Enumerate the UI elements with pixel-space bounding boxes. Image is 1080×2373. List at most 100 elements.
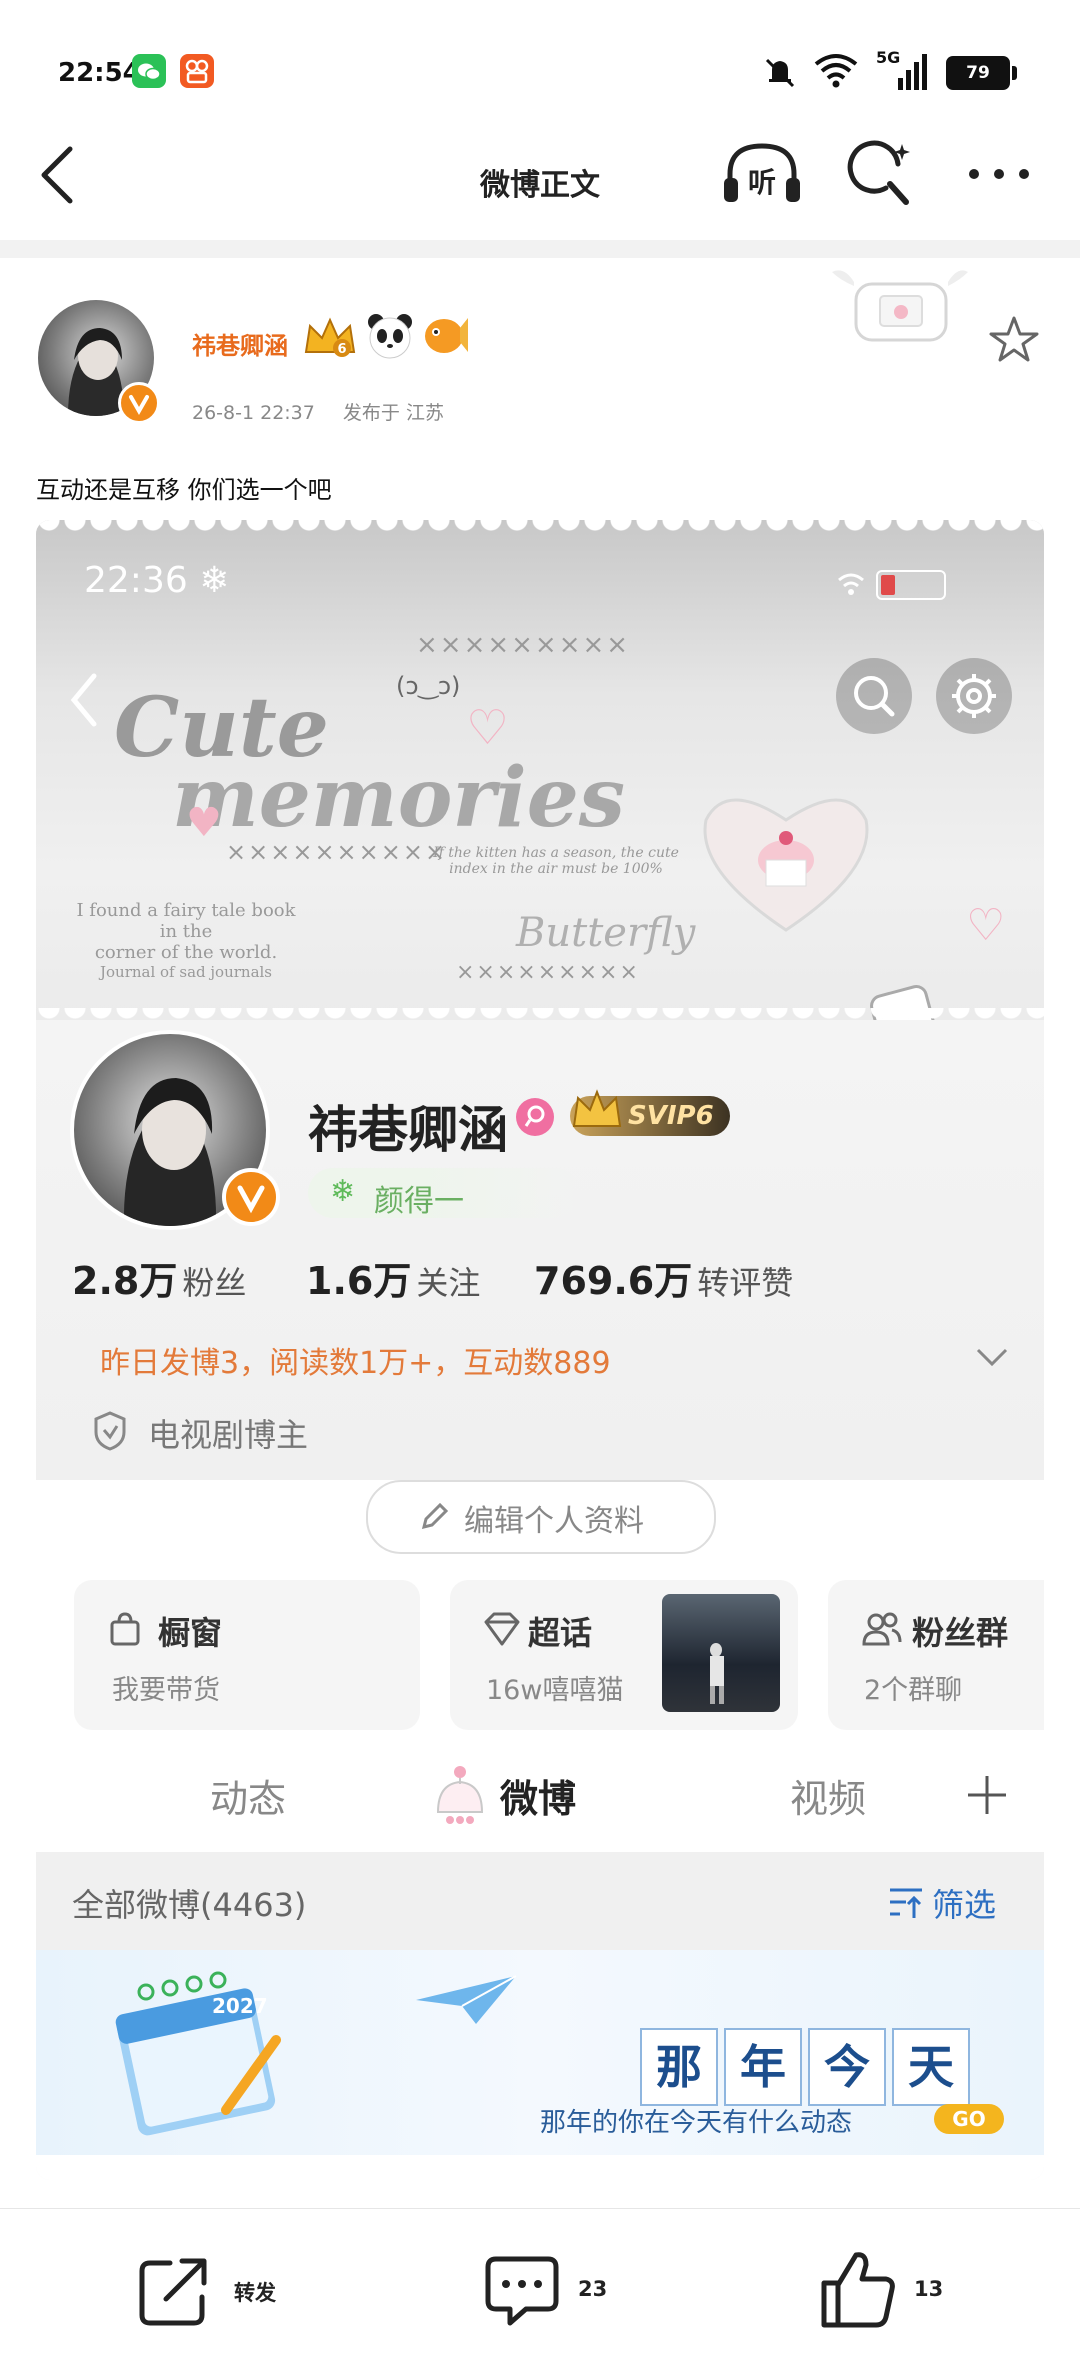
stat-interactions-label: 转评赞: [697, 1264, 794, 1302]
status-time: 22:54: [58, 58, 141, 88]
banner-quote-line-2: corner of the world.: [94, 942, 278, 963]
memory-char-3: 今: [808, 2028, 886, 2106]
cake-heart-decoration-icon: [703, 798, 869, 932]
svip-label: SVIP6: [628, 1101, 714, 1131]
tag-snowflake-icon: ❄: [330, 1174, 356, 1209]
edit-profile-label: 编辑个人资料: [464, 1504, 644, 1539]
like-button[interactable]: 13: [818, 2247, 978, 2335]
bag-icon: [110, 1612, 140, 1646]
shot-search-button: [836, 658, 912, 734]
memory-char-1: 那: [640, 2028, 718, 2106]
card-supertopic-sub: 16w嘻嘻猫: [486, 1675, 624, 1706]
shot-wifi-icon: [838, 573, 864, 595]
author-name[interactable]: 祎巷卿涵: [192, 326, 288, 361]
search-icon[interactable]: [846, 138, 916, 208]
banner-kitten-line-1: If the kitten has a season, the cute: [433, 845, 679, 861]
comment-icon: [485, 2256, 559, 2326]
stat-fans-label: 粉丝: [182, 1264, 247, 1302]
post-filter-row: 全部微博(4463) 筛选: [36, 1852, 1044, 1950]
post-image[interactable]: 22:36 ❄ ××××××××× (ɔ‿ɔ) Cute memories ××…: [36, 520, 1044, 2180]
heart-decoration-2: ♡: [466, 700, 510, 756]
repost-label: 转发: [234, 2281, 276, 2305]
mute-icon: [765, 58, 795, 88]
card-supertopic-title: 超话: [528, 1614, 593, 1652]
lace-top: [36, 520, 1044, 546]
memory-char-2: 年: [724, 2028, 802, 2106]
bottom-action-bar: 转发 23 13: [0, 2208, 1080, 2373]
shot-battery-icon: [876, 570, 946, 600]
heart-decoration: ♥: [186, 800, 222, 846]
banner-kitten-text: If the kitten has a season, the cute ind…: [416, 845, 696, 877]
diamond-icon: [484, 1612, 520, 1646]
memory-banner: 2027 那 年 今 天 那年的你在今天有什么动态 GO: [36, 1950, 1044, 2155]
page-title: 微博正文: [480, 168, 600, 203]
status-bar: 22:54 5G 79: [0, 0, 1080, 130]
thumbs-up-icon: [821, 2252, 895, 2328]
fish-icon: [425, 318, 468, 353]
people-icon: [862, 1612, 902, 1646]
post-time: 26-8-1 22:37: [192, 402, 315, 424]
more-icon[interactable]: [964, 162, 1034, 186]
banner-quote-line-3: Journal of sad journals: [99, 963, 273, 981]
banner-butterfly: Butterfly: [516, 910, 696, 956]
verified-badge-icon: [118, 382, 160, 424]
card-supertopic: 超话 16w嘻嘻猫: [450, 1580, 798, 1730]
svg-text:6: 6: [337, 342, 346, 357]
post-location: 发布于 江苏: [342, 402, 444, 424]
card-showcase-sub: 我要带货: [112, 1675, 220, 1706]
shot-status-time: 22:36 ❄: [84, 560, 230, 601]
banner-cross-bottom: ×××××××××: [456, 960, 640, 985]
memory-char-4: 天: [892, 2028, 970, 2106]
banner-cross-top: ×××××××××: [416, 630, 631, 660]
repost-icon: [139, 2258, 207, 2326]
card-fan-group-sub: 2个群聊: [864, 1675, 963, 1706]
add-tab-icon: [968, 1776, 1006, 1814]
favorite-star-icon[interactable]: [986, 312, 1042, 368]
repost-button[interactable]: 转发: [136, 2249, 356, 2333]
filter-icon: [890, 1888, 922, 1918]
cat-cake-decoration-icon: [436, 1766, 484, 1824]
chevron-down-icon: [976, 1348, 1008, 1367]
banner-quote: I found a fairy tale book in the corner …: [66, 900, 306, 981]
profile-name: 祎巷卿涵: [308, 1101, 508, 1159]
pink-badge-icon: [516, 1098, 554, 1136]
paper-plane-icon: [416, 1975, 517, 2024]
edit-profile-button: 编辑个人资料: [366, 1480, 716, 1554]
comment-button[interactable]: 23: [482, 2249, 642, 2333]
stat-fans-number: 2.8万: [72, 1259, 178, 1303]
wechat-icon: [132, 54, 166, 88]
heart-decoration-3: ♡: [966, 900, 1006, 951]
card-fan-group: 粉丝群 2个群聊: [828, 1580, 1044, 1730]
stat-following: 1.6万 关注: [306, 1250, 480, 1305]
banner-kitten-line-2: index in the air must be 100%: [449, 861, 663, 877]
signal-icon: [898, 54, 927, 90]
memory-text: 那年的你在今天有什么动态: [540, 2108, 853, 2138]
banner-face: (ɔ‿ɔ): [396, 672, 461, 700]
memory-year: 2027: [212, 1994, 268, 2018]
all-posts-count: 全部微博(4463): [72, 1886, 307, 1924]
stat-interactions: 769.6万 转评赞: [534, 1250, 793, 1305]
profile-tag: ❄ 颜得一: [308, 1168, 580, 1219]
listen-icon[interactable]: 听: [720, 140, 804, 210]
comment-count: 23: [578, 2277, 608, 2301]
app-notification-icon: [180, 54, 214, 88]
panda-icon: [368, 314, 412, 359]
crown-badge-icon: 6: [304, 317, 356, 357]
like-count: 13: [914, 2277, 944, 2301]
banner-cross-middle: ××××××××××: [226, 838, 448, 866]
post-text: 互动还是互移 你们选一个吧: [36, 476, 332, 504]
card-fan-group-title: 粉丝群: [912, 1614, 1009, 1652]
tag-label: 颜得一: [374, 1184, 464, 1219]
memory-go-button: GO: [934, 2104, 1004, 2134]
post-meta: 26-8-1 22:37 发布于 江苏: [192, 398, 444, 425]
stat-interactions-number: 769.6万: [534, 1259, 693, 1303]
wifi-icon: [814, 54, 858, 88]
calendar-icon: [115, 1971, 281, 2136]
stat-following-label: 关注: [416, 1264, 481, 1302]
tab-dynamics: 动态: [210, 1777, 287, 1821]
card-showcase-title: 橱窗: [158, 1614, 223, 1652]
supertopic-thumbnail: [662, 1594, 780, 1712]
profile-verified-icon: [222, 1168, 280, 1226]
tab-weibo: 微博: [500, 1777, 577, 1821]
verify-label: 电视剧博主: [148, 1416, 309, 1454]
